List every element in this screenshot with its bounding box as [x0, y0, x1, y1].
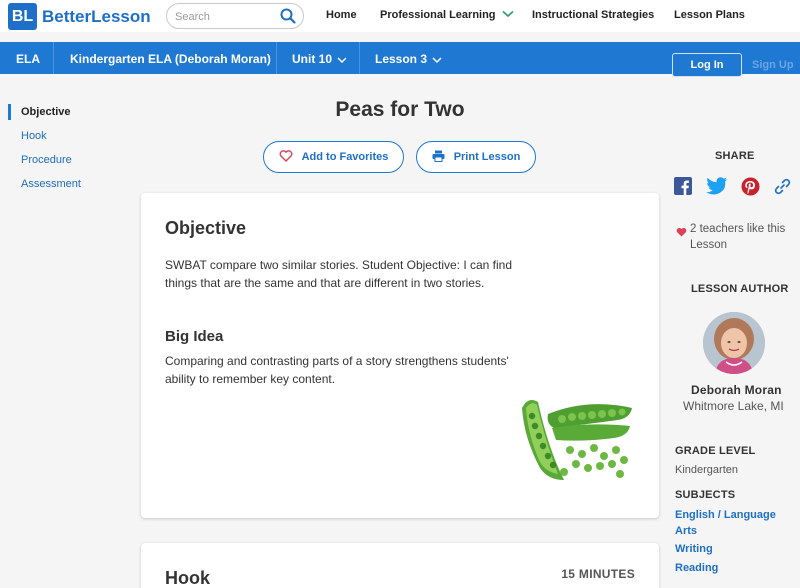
- search-box: [166, 3, 304, 29]
- logo-mark: BL: [8, 3, 37, 30]
- logo-text: BetterLesson: [42, 6, 151, 26]
- subject-link-reading[interactable]: Reading: [675, 562, 718, 574]
- printer-icon: [432, 150, 454, 165]
- hook-heading: Hook: [165, 568, 210, 588]
- sidenav-objective[interactable]: Objective: [8, 104, 128, 120]
- author-location: Whitmore Lake, MI: [683, 399, 784, 413]
- facebook-icon[interactable]: [674, 177, 692, 200]
- divider: [53, 42, 54, 74]
- subjects-heading: SUBJECTS: [675, 489, 736, 501]
- add-to-favorites-button[interactable]: Add to Favorites: [263, 141, 404, 173]
- print-lesson-label: Print Lesson: [453, 151, 521, 163]
- sidenav-procedure[interactable]: Procedure: [8, 152, 128, 168]
- nav-professional-learning-label: Professional Learning: [380, 9, 496, 21]
- grade-level-value: Kindergarten: [675, 464, 738, 476]
- objective-text: SWBAT compare two similar stories. Stude…: [165, 258, 513, 290]
- avatar[interactable]: [703, 312, 765, 374]
- breadcrumb-lesson[interactable]: Lesson 3: [375, 52, 442, 67]
- hook-card: Hook 15 MINUTES: [141, 543, 659, 588]
- big-idea-text: Comparing and contrasting parts of a sto…: [165, 354, 509, 386]
- breadcrumb-subject[interactable]: ELA: [16, 52, 40, 66]
- pinterest-icon[interactable]: [741, 177, 760, 201]
- likes-count: 2 teachers like this Lesson: [690, 223, 786, 251]
- breadcrumb-lesson-label: Lesson 3: [375, 52, 428, 66]
- objective-heading: Objective: [165, 218, 247, 238]
- divider: [359, 42, 360, 74]
- nav-lesson-plans[interactable]: Lesson Plans: [674, 9, 745, 21]
- search-input[interactable]: [175, 8, 275, 25]
- logo[interactable]: BL BetterLesson: [8, 3, 151, 30]
- lesson-author-heading: LESSON AUTHOR: [691, 283, 789, 295]
- login-button[interactable]: Log In: [672, 53, 742, 77]
- divider: [276, 42, 277, 74]
- author-name[interactable]: Deborah Moran: [691, 383, 782, 397]
- top-nav: BL BetterLesson Home Professional Learni…: [0, 0, 800, 32]
- search-icon[interactable]: [279, 7, 297, 30]
- heart-outline-icon: [279, 149, 302, 165]
- grade-level-heading: GRADE LEVEL: [675, 445, 756, 457]
- print-lesson-button[interactable]: Print Lesson: [416, 141, 536, 173]
- sidenav-assessment[interactable]: Assessment: [8, 176, 128, 192]
- twitter-icon[interactable]: [706, 177, 728, 200]
- heart-icon: [676, 224, 687, 242]
- chevron-down-icon: [337, 53, 347, 67]
- page-title: Peas for Two: [335, 98, 465, 121]
- share-heading: SHARE: [715, 150, 755, 162]
- sidenav-hook[interactable]: Hook: [8, 128, 128, 144]
- breadcrumb-unit-label: Unit 10: [292, 52, 333, 66]
- signup-link[interactable]: Sign Up: [752, 59, 794, 71]
- chevron-down-icon: [501, 9, 514, 21]
- subject-link-english[interactable]: English / Language Arts: [675, 507, 785, 539]
- chevron-down-icon: [432, 53, 442, 67]
- hook-minutes: 15 MINUTES: [561, 567, 635, 581]
- link-icon[interactable]: [773, 177, 792, 201]
- nav-professional-learning[interactable]: Professional Learning: [380, 9, 514, 21]
- breadcrumb-course[interactable]: Kindergarten ELA (Deborah Moran): [70, 52, 271, 66]
- nav-home[interactable]: Home: [326, 9, 357, 21]
- nav-instructional-strategies[interactable]: Instructional Strategies: [532, 9, 654, 21]
- big-idea-heading: Big Idea: [165, 328, 224, 345]
- objective-card: Objective SWBAT compare two similar stor…: [141, 193, 659, 518]
- subject-link-writing[interactable]: Writing: [675, 543, 713, 555]
- peas-image: [518, 388, 635, 488]
- add-to-favorites-label: Add to Favorites: [301, 151, 389, 163]
- breadcrumb-unit[interactable]: Unit 10: [292, 52, 347, 67]
